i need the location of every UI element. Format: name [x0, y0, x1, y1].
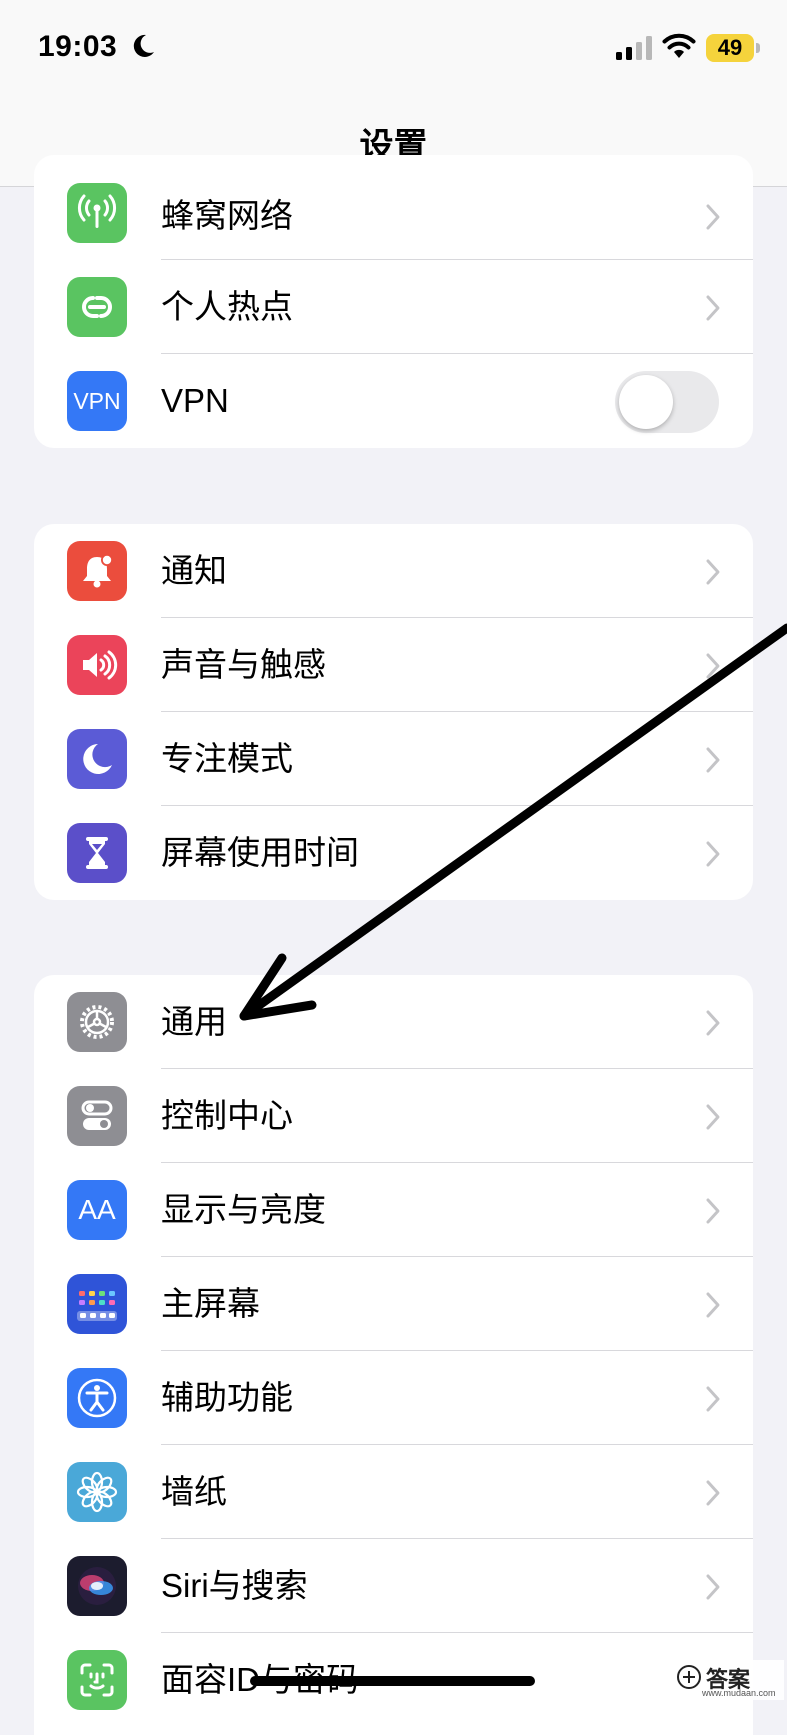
chevron-right-icon [706, 559, 720, 585]
siri-orb-icon [67, 1556, 127, 1616]
hourglass-icon [67, 823, 127, 883]
moon-status-icon [133, 34, 154, 57]
chevron-right-icon [706, 1104, 720, 1130]
settings-row-general[interactable]: 通用 [34, 975, 753, 1069]
settings-row-hotspot[interactable]: 个人热点 [34, 260, 753, 354]
watermark-logo-icon [677, 1665, 701, 1689]
settings-row-focus[interactable]: 专注模式 [34, 712, 753, 806]
settings-row-label: VPN [161, 382, 229, 419]
flower-icon [67, 1462, 127, 1522]
watermark: 答案 www.mudaan.com [672, 1660, 784, 1700]
home-indicator[interactable] [250, 1676, 535, 1686]
speaker-icon [67, 635, 127, 695]
chevron-right-icon [706, 295, 720, 321]
chevron-right-icon [706, 747, 720, 773]
face-id-icon [67, 1650, 127, 1710]
vpn-toggle[interactable] [615, 371, 719, 433]
hotspot-link-icon [67, 277, 127, 337]
cellular-signal-icon [616, 36, 652, 60]
settings-row-label: Siri与搜索 [161, 1567, 308, 1604]
status-bar: 19:03 49 [0, 0, 787, 100]
settings-row-label: 蜂窝网络 [161, 197, 293, 234]
vpn-icon: VPN [67, 371, 127, 431]
settings-row-label: 通知 [161, 552, 227, 589]
settings-row-cellular[interactable]: 蜂窝网络 [34, 155, 753, 260]
vpn-icon-text: VPN [73, 387, 121, 414]
settings-row-label: 主屏幕 [161, 1285, 260, 1322]
settings-row-wallpaper[interactable]: 墙纸 [34, 1445, 753, 1539]
gear-icon [67, 992, 127, 1052]
moon-icon [67, 729, 127, 789]
chevron-right-icon [706, 1010, 720, 1036]
chevron-right-icon [706, 841, 720, 867]
cellular-antenna-icon [67, 183, 127, 243]
settings-row-notifications[interactable]: 通知 [34, 524, 753, 618]
wifi-icon [662, 33, 696, 58]
settings-row-screen-time[interactable]: 屏幕使用时间 [34, 806, 753, 900]
settings-row-label: 控制中心 [161, 1097, 293, 1134]
settings-row-vpn[interactable]: VPN VPN [34, 354, 753, 448]
settings-row-accessibility[interactable]: 辅助功能 [34, 1351, 753, 1445]
settings-group-notifications: 通知 声音与触感 专注模式 屏幕使用时间 [34, 524, 753, 900]
settings-row-label: 专注模式 [161, 740, 293, 777]
settings-row-label: 个人热点 [161, 288, 293, 325]
settings-row-label: 通用 [161, 1003, 227, 1040]
watermark-url: www.mudaan.com [702, 1688, 776, 1698]
settings-row-siri[interactable]: Siri与搜索 [34, 1539, 753, 1633]
battery-tip [756, 43, 760, 53]
settings-group-network: 蜂窝网络 个人热点 VPN VPN [34, 155, 753, 448]
chevron-right-icon [706, 1292, 720, 1318]
settings-row-control-center[interactable]: 控制中心 [34, 1069, 753, 1163]
settings-row-sounds[interactable]: 声音与触感 [34, 618, 753, 712]
toggles-icon [67, 1086, 127, 1146]
battery-indicator: 49 [706, 34, 754, 62]
text-size-icon-text: AA [78, 1194, 116, 1225]
settings-row-label: 辅助功能 [161, 1379, 293, 1416]
chevron-right-icon [706, 204, 720, 230]
home-grid-icon [67, 1274, 127, 1334]
status-time: 19:03 [38, 30, 118, 63]
settings-row-label: 声音与触感 [161, 646, 326, 683]
settings-row-display[interactable]: AA 显示与亮度 [34, 1163, 753, 1257]
settings-row-home-screen[interactable]: 主屏幕 [34, 1257, 753, 1351]
settings-row-label: 屏幕使用时间 [161, 834, 359, 871]
bell-icon [67, 541, 127, 601]
chevron-right-icon [706, 1198, 720, 1224]
settings-row-label: 显示与亮度 [161, 1191, 326, 1228]
chevron-right-icon [706, 1574, 720, 1600]
toggle-knob [619, 375, 673, 429]
text-size-icon: AA [67, 1180, 127, 1240]
settings-row-label: 墙纸 [161, 1473, 227, 1510]
chevron-right-icon [706, 653, 720, 679]
accessibility-icon [67, 1368, 127, 1428]
chevron-right-icon [706, 1480, 720, 1506]
settings-group-general: 通用 控制中心 AA 显示与亮度 主屏幕 辅助功能 墙纸 Siri与搜索 [34, 975, 753, 1735]
chevron-right-icon [706, 1386, 720, 1412]
